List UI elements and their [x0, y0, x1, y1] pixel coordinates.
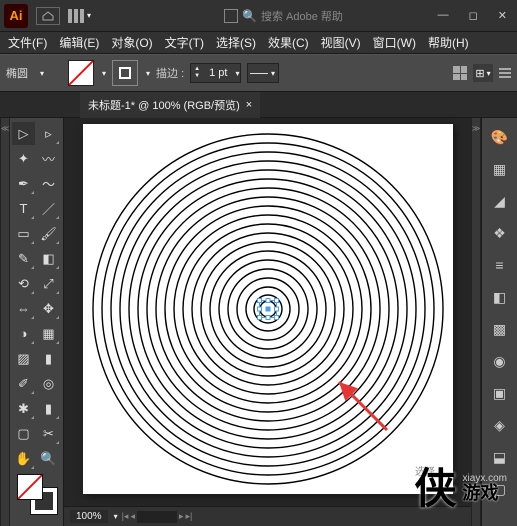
document-title: 未标题-1* @ 100% (RGB/预览): [88, 97, 240, 113]
search-input[interactable]: 搜索 Adobe 帮助: [261, 8, 343, 24]
pen-tool[interactable]: ✒: [12, 172, 35, 195]
document-tab[interactable]: 未标题-1* @ 100% (RGB/预览) ×: [80, 92, 260, 118]
right-panel-dock: 🎨 ▦ ◢ ❖ ≡ ◧ ▩ ◉ ▣ ◈ ⬓ ▢: [481, 118, 517, 526]
maximize-button[interactable]: ◻: [463, 7, 484, 24]
align-panel-icon[interactable]: [453, 66, 467, 80]
stroke-label: 描边 :: [156, 65, 184, 81]
app-icon: Ai: [4, 4, 28, 28]
status-select-label: 选择: [415, 463, 435, 478]
stroke-weight-stepper[interactable]: ▲▼ 1 pt ▾: [190, 63, 240, 83]
paintbrush-tool[interactable]: 🖌: [37, 222, 60, 245]
expand-dock-right[interactable]: ≫: [471, 118, 481, 526]
perspective-grid-tool[interactable]: ▦: [37, 322, 60, 345]
stroke-swatch[interactable]: [112, 60, 138, 86]
canvas[interactable]: 100% ▾ |◂◂▸▸|: [64, 118, 471, 526]
selection-bounding-box[interactable]: [259, 300, 277, 318]
chevron-down-icon[interactable]: ▾: [102, 69, 106, 78]
asset-export-panel-icon[interactable]: ⬓: [489, 446, 511, 468]
gradient-tool[interactable]: ▮: [37, 347, 60, 370]
blend-tool[interactable]: ◎: [37, 372, 60, 395]
artboard-nav[interactable]: |◂◂▸▸|: [122, 511, 193, 523]
chevron-down-icon[interactable]: ▾: [40, 69, 44, 78]
stroke-profile-select[interactable]: ▾: [247, 63, 279, 83]
zoom-tool[interactable]: 🔍: [37, 447, 60, 470]
layers-panel-icon[interactable]: ◈: [489, 414, 511, 436]
appearance-panel-icon[interactable]: ◉: [489, 350, 511, 372]
rotate-tool[interactable]: ⟲: [12, 272, 35, 295]
fill-stroke-control[interactable]: [17, 474, 57, 514]
color-panel-icon[interactable]: 🎨: [489, 126, 511, 148]
close-tab-icon[interactable]: ×: [246, 99, 252, 111]
width-tool[interactable]: ⇔: [12, 297, 35, 320]
transparency-panel-icon[interactable]: ▩: [489, 318, 511, 340]
mesh-tool[interactable]: ▨: [12, 347, 35, 370]
brushes-panel-icon[interactable]: ◢: [489, 190, 511, 212]
menu-view[interactable]: 视图(V): [315, 34, 367, 51]
slice-tool[interactable]: ✂: [37, 422, 60, 445]
workspace-switcher[interactable]: ▾: [68, 7, 96, 25]
menu-window[interactable]: 窗口(W): [367, 34, 422, 51]
swatches-panel-icon[interactable]: ▦: [489, 158, 511, 180]
stroke-panel-icon[interactable]: ≡: [489, 254, 511, 276]
type-tool[interactable]: T: [12, 197, 35, 220]
line-tool[interactable]: ／: [37, 197, 60, 220]
chevron-down-icon[interactable]: ▾: [146, 69, 150, 78]
transform-panel-icon[interactable]: ⊞▾: [473, 64, 493, 82]
menu-edit[interactable]: 编辑(E): [53, 34, 105, 51]
rectangle-tool[interactable]: ▭: [12, 222, 35, 245]
artboards-panel-icon[interactable]: ▢: [489, 478, 511, 500]
magic-wand-tool[interactable]: ✦: [12, 147, 35, 170]
direct-selection-tool[interactable]: ▹: [37, 122, 60, 145]
column-graph-tool[interactable]: ▮: [37, 397, 60, 420]
artboard-tool[interactable]: ▢: [12, 422, 35, 445]
symbols-panel-icon[interactable]: ❖: [489, 222, 511, 244]
panel-menu-icon[interactable]: [499, 68, 511, 78]
selection-tool[interactable]: ▷: [12, 122, 35, 145]
scale-tool[interactable]: ⤢: [37, 272, 60, 295]
eraser-tool[interactable]: ◧: [37, 247, 60, 270]
graphic-styles-panel-icon[interactable]: ▣: [489, 382, 511, 404]
menu-file[interactable]: 文件(F): [2, 34, 53, 51]
zoom-level[interactable]: 100%: [70, 510, 108, 523]
curvature-tool[interactable]: 〜: [37, 172, 60, 195]
stroke-weight-value[interactable]: 1 pt: [203, 67, 233, 79]
ui-preview-icon[interactable]: [224, 9, 238, 23]
menu-effect[interactable]: 效果(C): [262, 34, 315, 51]
menu-help[interactable]: 帮助(H): [422, 34, 475, 51]
free-transform-tool[interactable]: ✥: [37, 297, 60, 320]
menu-object[interactable]: 对象(O): [105, 34, 158, 51]
shaper-tool[interactable]: ✎: [12, 247, 35, 270]
fill-swatch[interactable]: [68, 60, 94, 86]
selection-type-label: 椭圆: [6, 65, 28, 81]
search-icon[interactable]: 🔍: [242, 9, 257, 23]
gradient-panel-icon[interactable]: ◧: [489, 286, 511, 308]
home-icon[interactable]: [36, 7, 60, 25]
menu-select[interactable]: 选择(S): [210, 34, 262, 51]
minimize-button[interactable]: —: [432, 7, 455, 24]
eyedropper-tool[interactable]: ✐: [12, 372, 35, 395]
hand-tool[interactable]: ✋: [12, 447, 35, 470]
chevron-down-icon[interactable]: ▾: [114, 512, 118, 521]
shape-builder-tool[interactable]: ◑: [12, 322, 35, 345]
toolbox: ▷▹ ✦〰 ✒〜 T／ ▭🖌 ✎◧ ⟲⤢ ⇔✥ ◑▦ ▨▮ ✐◎ ✱▮ ▢✂ ✋…: [10, 118, 64, 526]
close-button[interactable]: ✕: [492, 7, 513, 24]
menu-type[interactable]: 文字(T): [159, 34, 210, 51]
symbol-sprayer-tool[interactable]: ✱: [12, 397, 35, 420]
expand-dock-left[interactable]: ≪: [0, 118, 10, 526]
lasso-tool[interactable]: 〰: [37, 147, 60, 170]
artboard[interactable]: [83, 124, 453, 494]
